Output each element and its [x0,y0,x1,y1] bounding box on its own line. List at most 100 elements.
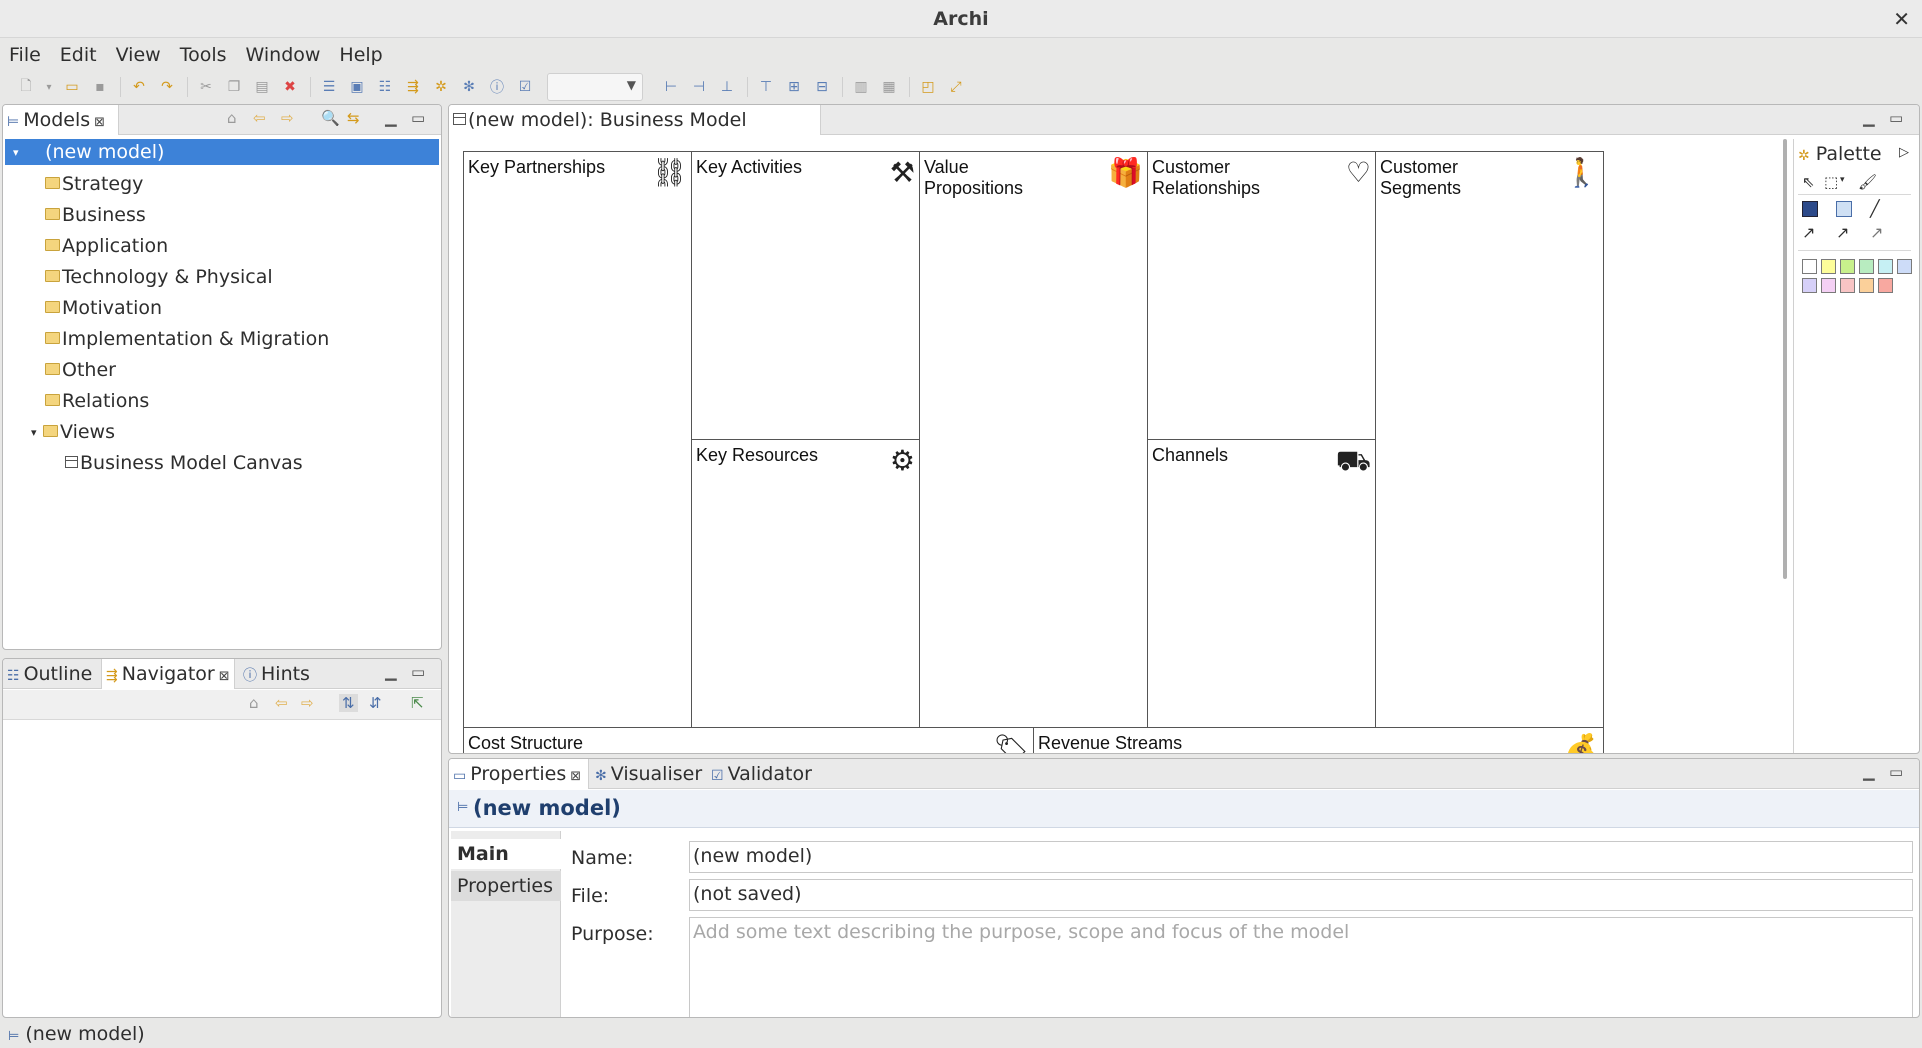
children-icon[interactable]: ⇅ [339,694,358,712]
block-channels[interactable]: Channels ⛟ [1147,439,1376,728]
menu-edit[interactable]: Edit [60,40,97,70]
tab-visualiser[interactable]: ✻ Visualiser [591,759,703,789]
undo-icon[interactable]: ↶ [129,77,149,97]
dashed-arrow-tool-icon[interactable]: ↗ [1836,223,1849,242]
tab-business-model-canvas[interactable]: (new model): Business Model Canvas⊠ [449,105,821,161]
color-swatch[interactable] [1821,259,1836,274]
side-tab-main[interactable]: Main [451,839,561,869]
minimize-icon[interactable]: ▁ [1863,763,1875,781]
visualiser-view-icon[interactable]: ✻ [459,77,479,97]
minimize-icon[interactable]: ▁ [1863,109,1875,127]
tab-outline[interactable]: ☷ Outline [3,659,99,689]
chevron-down-icon[interactable]: ▾ [1840,175,1845,185]
select-tool-icon[interactable]: ⇖ [1802,173,1815,191]
tree-item-application[interactable]: Application [5,233,439,259]
expand-icon[interactable]: ▾ [31,420,43,446]
open-icon[interactable]: ▭ [62,77,82,97]
minimize-icon[interactable]: ▁ [385,663,397,681]
close-icon[interactable]: ⊠ [570,769,581,784]
color-swatch[interactable] [1821,278,1836,293]
palette-view-icon[interactable]: ✲ [431,77,451,97]
menu-window[interactable]: Window [246,40,321,70]
maximize-icon[interactable]: ▭ [1889,109,1903,127]
menu-file[interactable]: File [9,40,41,70]
align-center-icon[interactable]: ⊣ [689,77,709,97]
align-bottom-icon[interactable]: ⊟ [812,77,832,97]
default-size-icon[interactable]: ◰ [918,77,938,97]
new-icon[interactable]: 🗋 [16,77,36,97]
redo-icon[interactable]: ↷ [157,77,177,97]
color-swatch[interactable] [1802,278,1817,293]
parents-icon[interactable]: ⇵ [369,694,382,712]
color-swatch[interactable] [1840,278,1855,293]
tree-item-business-model-canvas[interactable]: Business Model Canvas [5,450,439,476]
tree-item-relations[interactable]: Relations [5,388,439,414]
maximize-icon[interactable]: ▭ [411,109,425,127]
group-tool-icon[interactable] [1802,201,1818,217]
color-swatch[interactable] [1859,278,1874,293]
maximize-icon[interactable]: ▭ [411,663,425,681]
palette-collapse-icon[interactable]: ▷ [1899,145,1909,160]
new-dropdown-icon[interactable]: ▾ [44,77,54,97]
block-customer-relationships[interactable]: Customer Relationships ♡ [1147,151,1376,440]
validator-view-icon[interactable]: ☑ [515,77,535,97]
block-key-activities[interactable]: Key Activities ⚒ [691,151,920,440]
block-value-propositions[interactable]: Value Propositions 🎁 [919,151,1148,728]
color-swatch[interactable] [1878,278,1893,293]
color-swatch[interactable] [1878,259,1893,274]
pin-icon[interactable]: ⇱ [411,694,424,712]
back-icon[interactable]: ⇦ [253,109,266,127]
tree-item-technology[interactable]: Technology & Physical [5,264,439,290]
navigator-view-icon[interactable]: ⇶ [403,77,423,97]
zoom-combo[interactable]: ▼ [547,73,643,101]
home-icon[interactable]: ⌂ [227,109,237,127]
close-icon[interactable]: ⊠ [94,115,105,130]
delete-icon[interactable]: ✖ [280,77,300,97]
color-swatch[interactable] [1802,259,1817,274]
forward-icon[interactable]: ⇨ [281,109,294,127]
menu-tools[interactable]: Tools [180,40,227,70]
match-height-icon[interactable]: ▥ [851,77,871,97]
menu-help[interactable]: Help [339,40,382,70]
properties-view-icon[interactable]: ▣ [347,77,367,97]
search-icon[interactable]: 🔍 [321,109,340,127]
tree-item-motivation[interactable]: Motivation [5,295,439,321]
tree-item-model[interactable]: ▾ (new model) [5,139,439,165]
diagram-canvas[interactable]: Key Partnerships ⛓ Key Activities ⚒ Key … [451,135,1789,753]
maximize-icon[interactable]: ▭ [1889,763,1903,781]
block-revenue-streams[interactable]: Revenue Streams 💰 [1033,727,1604,753]
align-left-icon[interactable]: ⊢ [661,77,681,97]
back-icon[interactable]: ⇦ [275,694,288,712]
tab-models[interactable]: ⊨ Models ⊠ [3,105,119,135]
tree-item-implementation[interactable]: Implementation & Migration [5,326,439,352]
minimize-icon[interactable]: ▁ [385,109,397,127]
block-key-resources[interactable]: Key Resources ⚙ [691,439,920,728]
tree-item-views[interactable]: ▾ Views [5,419,439,445]
dotted-arrow-tool-icon[interactable]: ↗ [1870,223,1883,242]
tab-validator[interactable]: ☑ Validator [707,759,817,789]
close-icon[interactable]: ⊠ [219,669,230,684]
tab-hints[interactable]: ⓘ Hints [239,659,329,689]
models-view-icon[interactable]: ☰ [319,77,339,97]
menu-view[interactable]: View [116,40,161,70]
color-swatch[interactable] [1859,259,1874,274]
reset-aspect-icon[interactable]: ⤢ [946,77,966,97]
tree-item-strategy[interactable]: Strategy [5,171,439,197]
match-width-icon[interactable]: ▦ [879,77,899,97]
align-middle-icon[interactable]: ⊞ [784,77,804,97]
link-icon[interactable]: ⇆ [347,109,360,127]
tree-item-other[interactable]: Other [5,357,439,383]
line-tool-icon[interactable]: ╱ [1870,199,1880,218]
align-right-icon[interactable]: ⊥ [717,77,737,97]
copy-icon[interactable]: ❐ [224,77,244,97]
block-customer-segments[interactable]: Customer Segments 🚶 [1375,151,1604,728]
align-top-icon[interactable]: ⊤ [756,77,776,97]
purpose-field[interactable]: Add some text describing the purpose, sc… [689,917,1913,1017]
hints-view-icon[interactable]: ⓘ [487,77,507,97]
side-tab-properties[interactable]: Properties [451,871,561,901]
window-close-icon[interactable]: ✕ [1893,0,1910,38]
tab-navigator[interactable]: ⇶ Navigator ⊠ [101,659,235,689]
block-cost-structure[interactable]: Cost Structure 🏷 [463,727,1034,753]
chevron-down-icon[interactable]: ▼ [627,78,636,92]
image-tool-icon[interactable] [1836,201,1852,217]
